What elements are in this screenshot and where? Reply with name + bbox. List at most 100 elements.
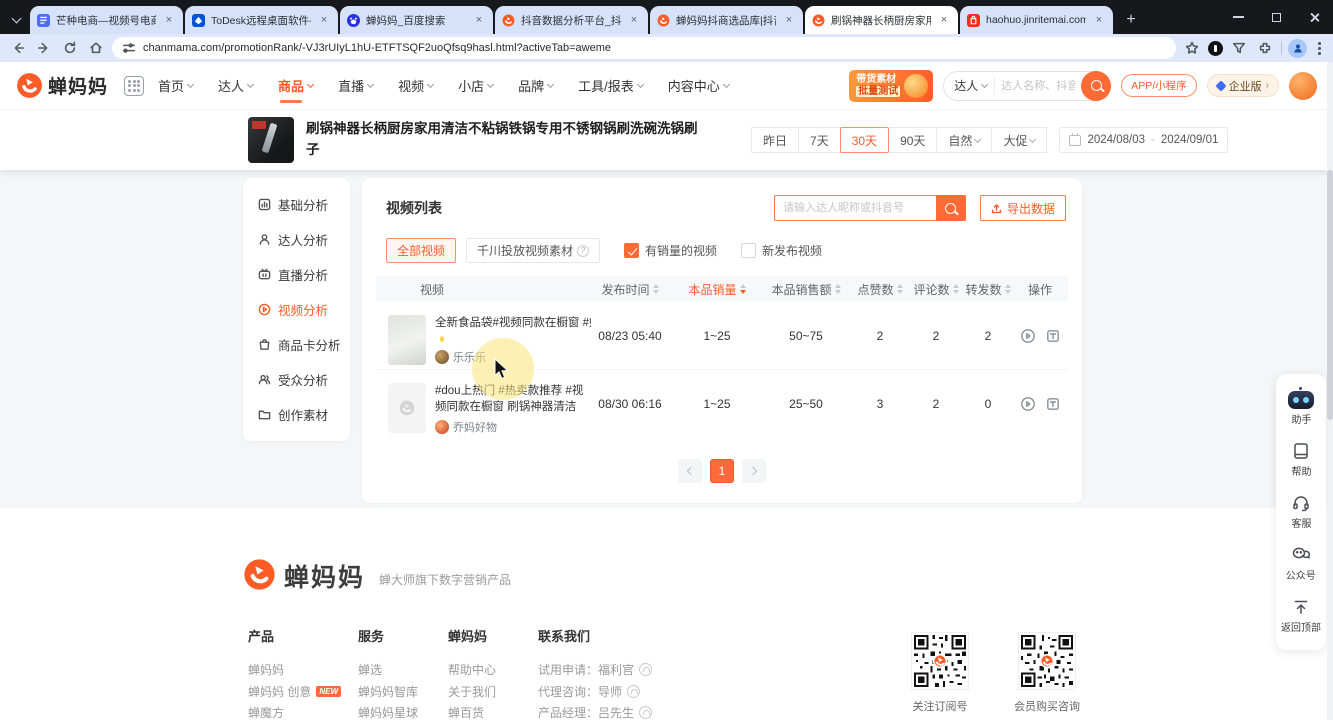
video-author[interactable]: 乔妈好物: [435, 419, 586, 435]
wechat-official-button[interactable]: 公众号: [1276, 538, 1326, 590]
footer-link[interactable]: 帮助中心: [448, 659, 538, 681]
col-shares[interactable]: 转发数: [964, 281, 1012, 298]
date-range-picker[interactable]: 2024/08/03 - 2024/09/01: [1059, 127, 1228, 153]
col-likes[interactable]: 点赞数: [852, 281, 908, 298]
back-to-top-button[interactable]: 返回顶部: [1276, 590, 1326, 642]
checkbox-has-sales[interactable]: 有销量的视频: [624, 242, 717, 259]
play-video-icon[interactable]: [1020, 396, 1036, 412]
sidebar-item-audience[interactable]: 受众分析: [243, 362, 350, 397]
assistant-button[interactable]: 助手: [1276, 384, 1326, 434]
extension-icon[interactable]: [1208, 41, 1223, 56]
filter-30d[interactable]: 30天: [840, 127, 889, 153]
browser-tab-7[interactable]: haohuo.jinritemai.com/ecom ×: [960, 6, 1113, 34]
play-video-icon[interactable]: [1020, 328, 1036, 344]
checkbox-unchecked-icon[interactable]: [741, 243, 756, 258]
export-data-button[interactable]: 导出数据: [980, 195, 1066, 221]
sidebar-item-live[interactable]: 直播分析: [243, 257, 350, 292]
tab-qianchuan-videos[interactable]: 千川投放视频素材?: [466, 238, 600, 263]
nav-video[interactable]: 视频: [398, 62, 433, 109]
apps-grid-icon[interactable]: [124, 76, 144, 96]
tab-search-icon[interactable]: [6, 6, 26, 34]
address-bar[interactable]: chanmama.com/promotionRank/-VJ3rUIyL1hU-…: [112, 37, 1176, 59]
app-miniprogram-badge[interactable]: APP/小程序: [1121, 74, 1196, 97]
filter-7d[interactable]: 7天: [798, 127, 841, 153]
funnel-icon[interactable]: [1229, 38, 1249, 58]
footer-link[interactable]: 蝉妈妈 创意NEW: [248, 681, 358, 703]
nav-home[interactable]: 首页: [158, 62, 193, 109]
checkbox-new-videos[interactable]: 新发布视频: [741, 242, 822, 259]
video-thumbnail[interactable]: [388, 315, 426, 365]
footer-link[interactable]: 蝉选: [358, 659, 448, 681]
window-close-button[interactable]: [1295, 0, 1333, 34]
filter-90d[interactable]: 90天: [888, 127, 937, 153]
filter-yesterday[interactable]: 昨日: [751, 127, 799, 153]
footer-link[interactable]: 蝉妈妈智库: [358, 681, 448, 703]
sidebar-item-daren[interactable]: 达人分析: [243, 222, 350, 257]
col-comments[interactable]: 评论数: [908, 281, 964, 298]
back-icon[interactable]: [8, 38, 28, 58]
promo-banner[interactable]: 带货素材 批量测试: [849, 70, 933, 102]
sidebar-item-product-card[interactable]: 商品卡分析: [243, 327, 350, 362]
footer-link[interactable]: 蝉妈妈星球: [358, 702, 448, 720]
browser-tab-2[interactable]: ToDesk远程桌面软件-免费安 ×: [185, 6, 338, 34]
forward-icon[interactable]: [34, 38, 54, 58]
nav-brand[interactable]: 品牌: [518, 62, 553, 109]
nav-product[interactable]: 商品: [278, 62, 313, 109]
help-icon[interactable]: ?: [577, 245, 589, 257]
footer-link[interactable]: 蝉百货: [448, 702, 538, 720]
nav-live[interactable]: 直播: [338, 62, 373, 109]
footer-contact[interactable]: 试用申请：福利官: [538, 659, 738, 681]
page-scrollbar[interactable]: [1327, 62, 1333, 720]
video-thumbnail[interactable]: [388, 383, 426, 433]
col-sales[interactable]: 本品销量: [674, 281, 760, 298]
browser-tab-3[interactable]: 蝉妈妈_百度搜索 ×: [340, 6, 493, 34]
user-avatar[interactable]: [1289, 72, 1317, 100]
browser-tab-4[interactable]: 抖音数据分析平台_抖音直播 ×: [495, 6, 648, 34]
window-maximize-button[interactable]: [1257, 0, 1295, 34]
chanmama-logo[interactable]: 蝉妈妈: [16, 72, 108, 99]
sidebar-item-video[interactable]: 视频分析: [243, 292, 350, 327]
browser-tab-1[interactable]: 芒种电商—视频号电商玩法全 ×: [30, 6, 183, 34]
page-1-button[interactable]: 1: [710, 459, 734, 483]
close-icon[interactable]: ×: [162, 13, 176, 27]
col-revenue[interactable]: 本品销售额: [760, 281, 852, 298]
browser-menu-icon[interactable]: [1317, 41, 1321, 55]
footer-link[interactable]: 蝉妈妈: [248, 659, 358, 681]
profile-avatar[interactable]: [1288, 39, 1307, 58]
sidebar-item-material[interactable]: 创作素材: [243, 397, 350, 432]
close-icon[interactable]: ×: [1092, 13, 1106, 27]
next-page-button[interactable]: [742, 459, 766, 483]
product-thumbnail[interactable]: [248, 117, 294, 163]
search-category-select[interactable]: 达人: [954, 77, 995, 94]
scrollbar-thumb[interactable]: [1327, 170, 1333, 420]
enterprise-badge[interactable]: 企业版 ›: [1207, 74, 1279, 97]
filter-natural[interactable]: 自然: [936, 127, 992, 153]
video-data-icon[interactable]: [1045, 396, 1061, 412]
header-search-input[interactable]: [995, 80, 1081, 92]
list-search-button[interactable]: [936, 195, 966, 221]
close-icon[interactable]: ×: [937, 13, 951, 27]
site-info-icon[interactable]: [122, 38, 136, 58]
extensions-puzzle-icon[interactable]: [1255, 38, 1275, 58]
nav-daren[interactable]: 达人: [218, 62, 253, 109]
close-icon[interactable]: ×: [317, 13, 331, 27]
footer-link[interactable]: 关于我们: [448, 681, 538, 703]
prev-page-button[interactable]: [678, 459, 702, 483]
help-button[interactable]: 帮助: [1276, 434, 1326, 486]
footer-contact[interactable]: 代理咨询：导师: [538, 681, 738, 703]
browser-tab-5[interactable]: 蝉妈妈抖商选品库|抖音短视 ×: [650, 6, 803, 34]
bookmark-star-icon[interactable]: [1182, 38, 1202, 58]
browser-tab-active[interactable]: 刷锅神器长柄厨房家用清洁不 ×: [805, 6, 958, 34]
sidebar-item-basic[interactable]: 基础分析: [243, 187, 350, 222]
checkbox-checked-icon[interactable]: [624, 243, 639, 258]
nav-shop[interactable]: 小店: [458, 62, 493, 109]
tab-all-videos[interactable]: 全部视频: [386, 238, 456, 263]
window-minimize-button[interactable]: [1219, 0, 1257, 34]
customer-service-button[interactable]: 客服: [1276, 486, 1326, 538]
search-button[interactable]: [1081, 71, 1111, 101]
footer-contact[interactable]: 产品经理：吕先生: [538, 702, 738, 720]
video-title[interactable]: 全新食品袋#视频同款在橱窗 #好物推荐: [435, 315, 591, 332]
home-icon[interactable]: [86, 38, 106, 58]
list-search-input[interactable]: [774, 195, 936, 221]
filter-promo[interactable]: 大促: [991, 127, 1047, 153]
